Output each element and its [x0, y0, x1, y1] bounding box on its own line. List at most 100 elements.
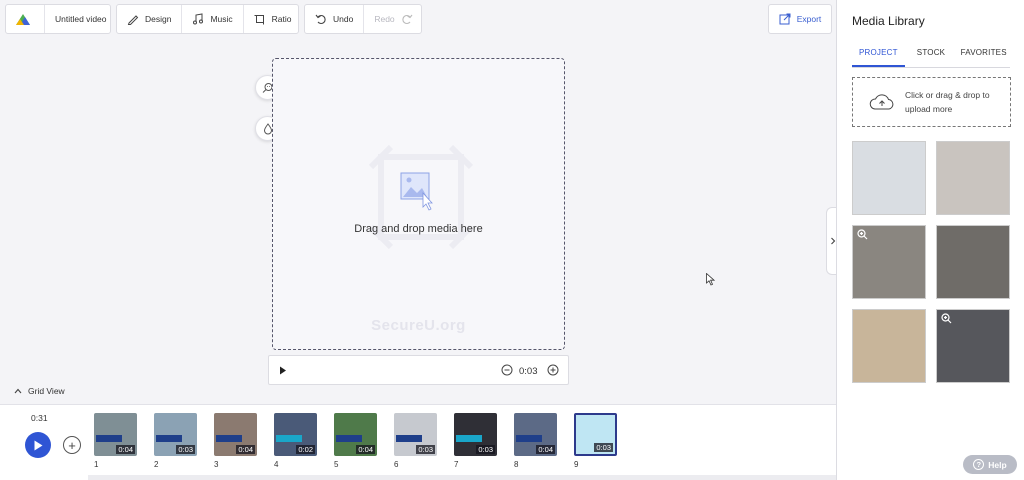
clip-duration: 0:02	[296, 445, 315, 454]
clip-number: 8	[514, 460, 519, 469]
design-button[interactable]: Design	[117, 5, 181, 33]
panel-title: Media Library	[852, 14, 925, 28]
player-bar: 0:03	[268, 355, 569, 385]
tab-stock[interactable]: STOCK	[905, 48, 958, 67]
upload-text: Click or drag & drop to upload more	[905, 90, 990, 114]
timeline-play-button[interactable]	[25, 432, 51, 458]
clip-caption-banner	[96, 435, 122, 442]
clip-number: 6	[394, 460, 399, 469]
export-label: Export	[796, 14, 822, 24]
history-toolbar: Undo Redo	[304, 4, 422, 34]
clip-duration: 0:03	[476, 445, 495, 454]
add-scene-button[interactable]: +	[63, 436, 81, 454]
clip-caption-banner	[396, 435, 422, 442]
undo-button[interactable]: Undo	[305, 5, 363, 33]
media-thumbnail[interactable]	[852, 225, 926, 299]
clip-caption-banner	[336, 435, 362, 442]
app-logo[interactable]	[6, 5, 44, 33]
clip-duration: 0:03	[416, 445, 435, 454]
undo-label: Undo	[333, 14, 354, 24]
clip-duration: 0:04	[536, 445, 555, 454]
clip-caption-banner	[516, 435, 542, 442]
tab-project[interactable]: PROJECT	[852, 48, 905, 67]
cloud-upload-icon	[869, 94, 894, 110]
grid-view-label: Grid View	[28, 386, 65, 396]
clip-number: 7	[454, 460, 459, 469]
clip-number: 1	[94, 460, 99, 469]
music-note-icon	[193, 13, 204, 25]
grid-view-toggle[interactable]: Grid View	[14, 386, 65, 396]
timeline-clip[interactable]: 0:04	[514, 413, 557, 456]
timeline-clip[interactable]: 0:04	[94, 413, 137, 456]
clip-caption-banner	[276, 435, 302, 442]
timeline-clip[interactable]: 0:03	[394, 413, 437, 456]
mouse-cursor-icon	[706, 273, 715, 286]
zoom-in-icon[interactable]	[547, 364, 559, 376]
media-thumbnail[interactable]	[852, 309, 926, 383]
timeline-clip[interactable]: 0:03	[154, 413, 197, 456]
timeline-clip[interactable]: 0:03	[454, 413, 497, 456]
redo-button[interactable]: Redo	[363, 5, 428, 33]
clip-number: 5	[334, 460, 339, 469]
media-thumbnail[interactable]	[936, 141, 1010, 215]
help-label: Help	[988, 459, 1007, 470]
help-button[interactable]: ? Help	[963, 455, 1017, 474]
design-label: Design	[145, 14, 172, 24]
media-library-panel: Media Library PROJECT STOCK FAVORITES Cl…	[836, 0, 1024, 480]
clip-number: 2	[154, 460, 159, 469]
timeline-clip[interactable]: 0:04	[334, 413, 377, 456]
ratio-label: Ratio	[271, 14, 292, 24]
video-title[interactable]: Untitled video	[44, 5, 117, 33]
timeline-clip[interactable]: 0:02	[274, 413, 317, 456]
plus-icon: +	[68, 437, 76, 453]
timeline-clip[interactable]: 0:04	[214, 413, 257, 456]
undo-icon	[315, 14, 326, 25]
media-tabs: PROJECT STOCK FAVORITES	[852, 48, 1010, 68]
media-thumbnail[interactable]	[936, 225, 1010, 299]
chevron-up-icon	[14, 388, 22, 394]
export-button[interactable]: Export	[768, 4, 832, 34]
clip-caption-banner	[156, 435, 182, 442]
clip-caption-banner	[456, 435, 482, 442]
clip-duration: 0:04	[116, 445, 135, 454]
clip-number: 3	[214, 460, 219, 469]
timeline: 0:31 + 0:04 1 0:03 2 0:04 3 0:02 4 0:04 5 0:03 6 0:0…	[0, 404, 836, 480]
clip-duration: 0:03	[176, 445, 195, 454]
timeline-clip[interactable]: 0:03	[574, 413, 617, 456]
app-logo-icon	[16, 14, 30, 25]
play-icon[interactable]	[279, 366, 287, 375]
zoom-out-icon[interactable]	[501, 364, 513, 376]
media-thumbnail[interactable]	[852, 141, 926, 215]
export-icon	[779, 13, 791, 25]
drop-media-label: Drag and drop media here	[354, 223, 483, 235]
ratio-button[interactable]: Ratio	[242, 5, 302, 33]
zoom-preview-icon[interactable]	[941, 313, 952, 324]
music-button[interactable]: Music	[181, 5, 242, 33]
pencil-icon	[127, 15, 139, 25]
clip-number: 4	[274, 460, 279, 469]
play-icon	[34, 440, 43, 450]
media-thumbnail[interactable]	[936, 309, 1010, 383]
media-drop-canvas[interactable]: Drag and drop media here SecureU.org	[272, 58, 565, 350]
clip-duration: 0:03	[594, 443, 613, 452]
edit-toolbar: Design Music Ratio	[116, 4, 299, 34]
music-label: Music	[210, 14, 233, 24]
question-icon: ?	[973, 459, 985, 470]
crop-icon	[254, 15, 264, 25]
clip-number: 9	[574, 460, 579, 469]
clip-caption-banner	[216, 435, 242, 442]
image-placeholder-icon	[400, 172, 433, 211]
zoom-preview-icon[interactable]	[857, 229, 868, 240]
tab-favorites[interactable]: FAVORITES	[957, 48, 1010, 67]
redo-label: Redo	[374, 14, 395, 24]
watermark-text: SecureU.org	[371, 317, 466, 334]
clip-duration: 0:04	[236, 445, 255, 454]
redo-icon	[401, 14, 413, 25]
upload-dropzone[interactable]: Click or drag & drop to upload more	[852, 77, 1011, 127]
total-duration: 0:31	[31, 413, 48, 423]
title-toolbar: Untitled video	[5, 4, 111, 34]
chevron-right-icon	[830, 237, 835, 245]
timeline-scrollbar[interactable]	[88, 475, 836, 480]
clip-duration: 0:04	[356, 445, 375, 454]
zoom-value: 0:03	[519, 366, 538, 377]
